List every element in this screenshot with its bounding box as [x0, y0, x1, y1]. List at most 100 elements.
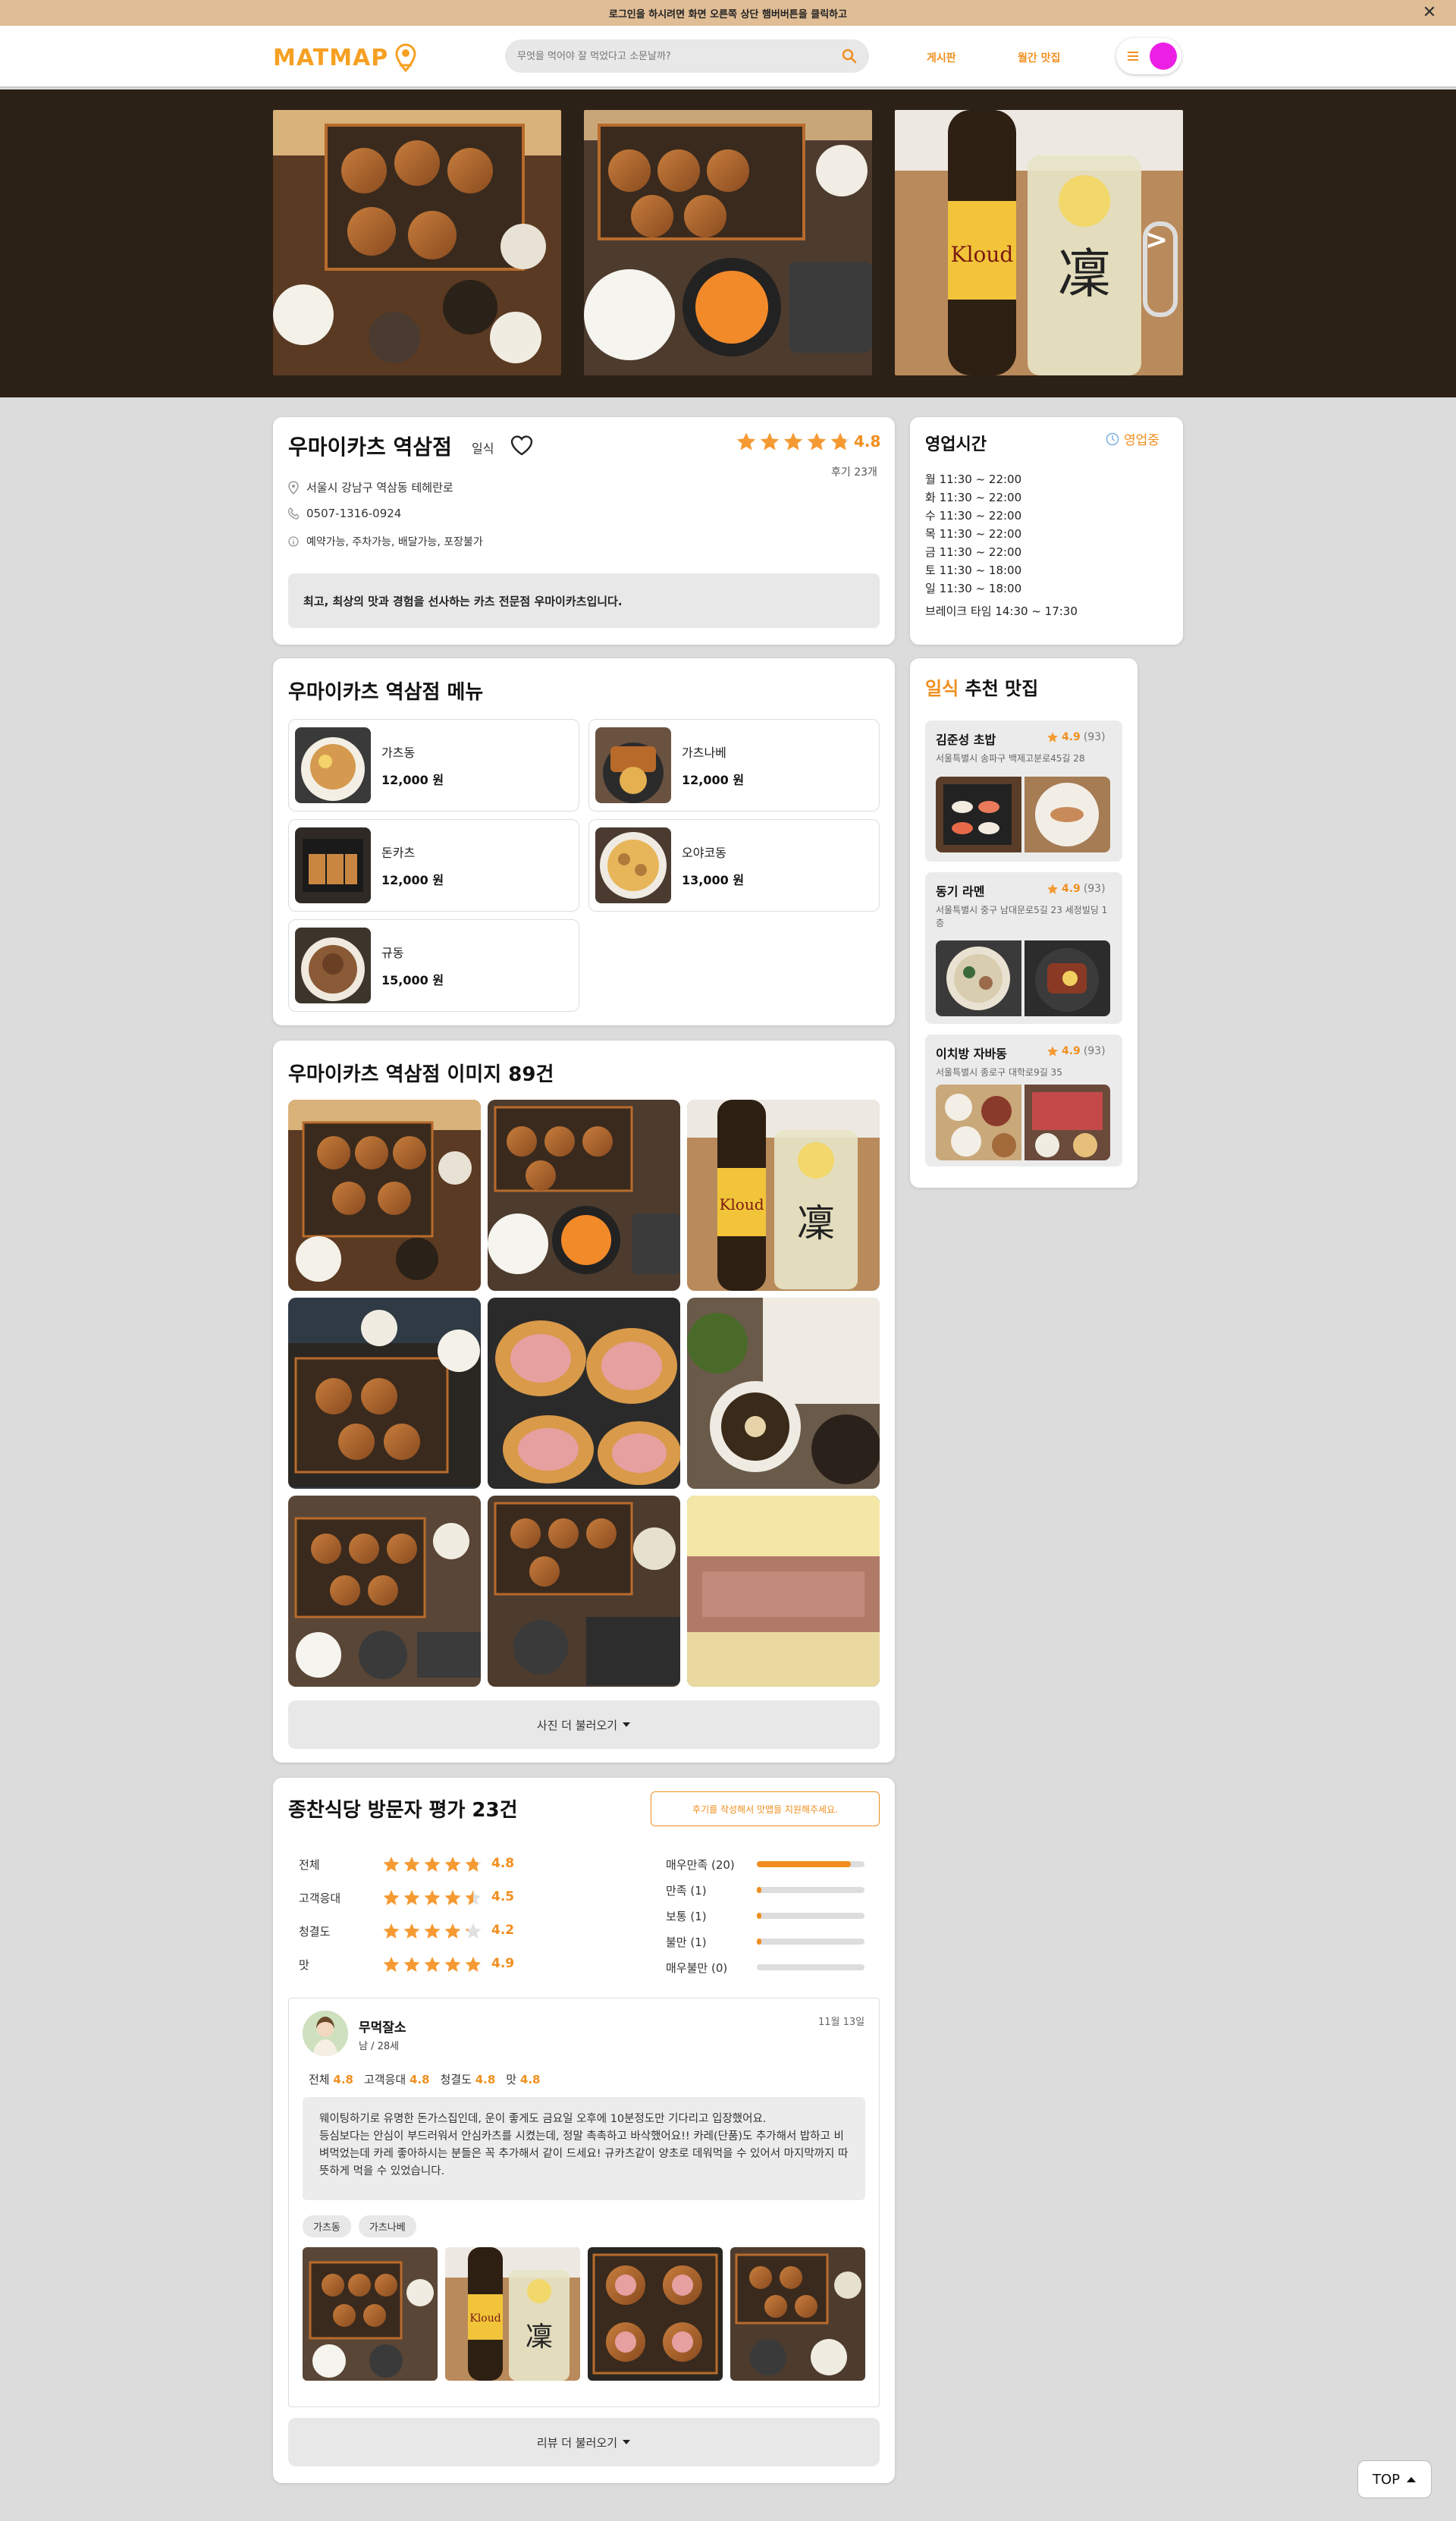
menu-photo	[295, 928, 371, 1003]
recommend-card: 일식 추천 맛집 김준성 초밥 4.9 (93) 서울특별시 송파구 백제고분로…	[910, 658, 1138, 1188]
hamburger-icon	[1127, 51, 1139, 61]
gallery-photo[interactable]	[288, 1496, 481, 1687]
banner-close-icon[interactable]: ✕	[1418, 2, 1441, 24]
review-tags: 가츠동 가츠나베	[303, 2215, 416, 2237]
search-input[interactable]	[517, 50, 821, 62]
distribution-row: 만족 (1)	[666, 1879, 886, 1901]
logo[interactable]: MATMAP	[273, 41, 419, 74]
login-banner: 로그인을 하시려면 화면 오른쪽 상단 햄버버튼을 클릭하고	[0, 0, 1456, 26]
recommend-item-rating: 4.9 (93)	[1046, 883, 1106, 895]
recommend-title-accent: 일식	[925, 678, 959, 699]
category-rating-row: 고객응대 4.5	[299, 1887, 526, 1910]
scroll-top-label: TOP	[1372, 2471, 1401, 2488]
hero-photo-2[interactable]	[584, 110, 872, 375]
recommend-item[interactable]: 동기 라멘 4.9 (93) 서울특별시 중구 남대문로5길 23 세정빌딩 1…	[925, 872, 1122, 1024]
carousel-next-icon[interactable]: >	[1145, 224, 1168, 256]
star-icon	[403, 1857, 420, 1872]
logo-text: MATMAP	[273, 44, 389, 71]
recommend-item[interactable]: 김준성 초밥 4.9 (93) 서울특별시 송파구 백제고분로45길 28	[925, 721, 1122, 862]
svg-text:Kloud: Kloud	[951, 242, 1014, 267]
recommend-photo	[936, 940, 1021, 1016]
gallery-photo[interactable]	[488, 1100, 680, 1291]
recommend-item-address: 서울특별시 중구 남대문로5길 23 세정빌딩 1층	[936, 905, 1108, 928]
gallery-photo[interactable]: Kloud 凜	[687, 1100, 880, 1291]
review-count: 후기 23개	[831, 466, 877, 479]
recommend-item-name: 동기 라멘	[936, 884, 985, 899]
open-status: 영업중	[1106, 429, 1159, 448]
category-rating-row: 전체 4.8	[299, 1854, 526, 1876]
distribution-row: 매우불만 (0)	[666, 1957, 886, 1978]
hero-carousel: Kloud 凜 >	[0, 89, 1456, 397]
phone-text[interactable]: 0507-1316-0924	[306, 507, 401, 520]
recommend-title: 일식 추천 맛집	[925, 673, 1038, 700]
menu-item[interactable]: 가츠나베 12,000 원	[588, 719, 880, 812]
distribution-bar	[757, 1861, 864, 1867]
star-icon	[1046, 883, 1059, 895]
search-icon[interactable]	[842, 49, 857, 64]
menu-item[interactable]: 규동 15,000 원	[288, 919, 579, 1012]
scroll-top-button[interactable]: TOP	[1357, 2460, 1432, 2498]
svg-text:凜: 凜	[797, 1201, 835, 1245]
recommend-item-rating: 4.9 (93)	[1046, 1045, 1106, 1057]
nav-board-link[interactable]: 게시판	[927, 50, 956, 65]
distribution-bar	[757, 1887, 864, 1893]
review-tag: 가츠나베	[358, 2215, 416, 2237]
phone-row: 0507-1316-0924	[288, 507, 401, 520]
star-icon	[807, 432, 827, 451]
heart-icon[interactable]	[510, 434, 534, 457]
category-stars	[382, 1888, 482, 1907]
load-more-reviews-button[interactable]: 리뷰 더 불러오기	[288, 2418, 880, 2466]
category-stars	[382, 1855, 482, 1873]
distribution-bar-fill	[757, 1913, 761, 1919]
hero-photo-3[interactable]: Kloud 凜	[895, 110, 1183, 375]
nav-weekly-link[interactable]: 월간 맛집	[1018, 50, 1060, 65]
score-label: 전체	[309, 2073, 330, 2086]
recommend-rating-value: 4.9	[1062, 1045, 1081, 1057]
features-text: 예약가능, 주차가능, 배달가능, 포장불가	[306, 536, 483, 548]
score-value: 4.8	[519, 2073, 541, 2086]
gallery-photo[interactable]	[687, 1496, 880, 1687]
hero-photo-1[interactable]	[273, 110, 561, 375]
category-label: 맛	[299, 1958, 309, 1972]
hamburger-menu-button[interactable]	[1116, 38, 1181, 74]
address-text: 서울시 강남구 역삼동 테헤란로	[306, 481, 453, 494]
reviewer-name[interactable]: 무먹잘소	[359, 2017, 406, 2036]
clock-icon	[1106, 432, 1119, 446]
review-photo[interactable]: Kloud 凜	[445, 2247, 580, 2381]
review-photo[interactable]	[303, 2247, 438, 2381]
address-row: 서울시 강남구 역삼동 테헤란로	[288, 479, 453, 495]
menu-photo	[295, 727, 371, 803]
hours-line: 수 11:30 ~ 22:00	[925, 509, 1022, 523]
svg-text:Kloud: Kloud	[719, 1195, 764, 1213]
star-icon	[465, 1890, 482, 1905]
menu-photo	[595, 727, 671, 803]
review-photo[interactable]	[588, 2247, 723, 2381]
break-time: 브레이크 타임 14:30 ~ 17:30	[925, 604, 1078, 618]
gallery-photo[interactable]	[488, 1496, 680, 1687]
menu-item[interactable]: 돈카츠 12,000 원	[288, 819, 579, 912]
recommend-item[interactable]: 이치방 자바동 4.9 (93) 서울특별시 종로구 대학로9길 35	[925, 1034, 1122, 1166]
write-review-button[interactable]: 후기를 작성해서 맛맵을 지원해주세요.	[651, 1791, 880, 1826]
gallery-photo[interactable]	[687, 1298, 880, 1489]
search-bar[interactable]	[505, 39, 869, 73]
gallery-photo[interactable]	[488, 1298, 680, 1489]
distribution-bar-fill	[757, 1939, 761, 1945]
review-photo[interactable]	[730, 2247, 865, 2381]
menu-item-price: 15,000 원	[381, 973, 444, 987]
load-more-photos-button[interactable]: 사진 더 불러오기	[288, 1700, 880, 1749]
menu-item[interactable]: 가츠동 12,000 원	[288, 719, 579, 812]
menu-title: 우마이카츠 역삼점 메뉴	[288, 681, 484, 704]
rating-value: 4.8	[854, 432, 881, 451]
gallery-photo[interactable]	[288, 1298, 481, 1489]
hours-line: 화 11:30 ~ 22:00	[925, 491, 1022, 504]
review-score: 맛 4.8	[506, 2071, 540, 2087]
score-label: 고객응대	[363, 2073, 406, 2086]
load-more-reviews-label: 리뷰 더 불러오기	[536, 2435, 618, 2450]
star-icon	[736, 432, 756, 451]
gallery-photo[interactable]	[288, 1100, 481, 1291]
phone-icon	[288, 507, 299, 520]
menu-item[interactable]: 오야코동 13,000 원	[588, 819, 880, 912]
star-icon	[465, 1923, 482, 1939]
category-label: 고객응대	[299, 1892, 341, 1905]
star-icon	[383, 1857, 400, 1872]
